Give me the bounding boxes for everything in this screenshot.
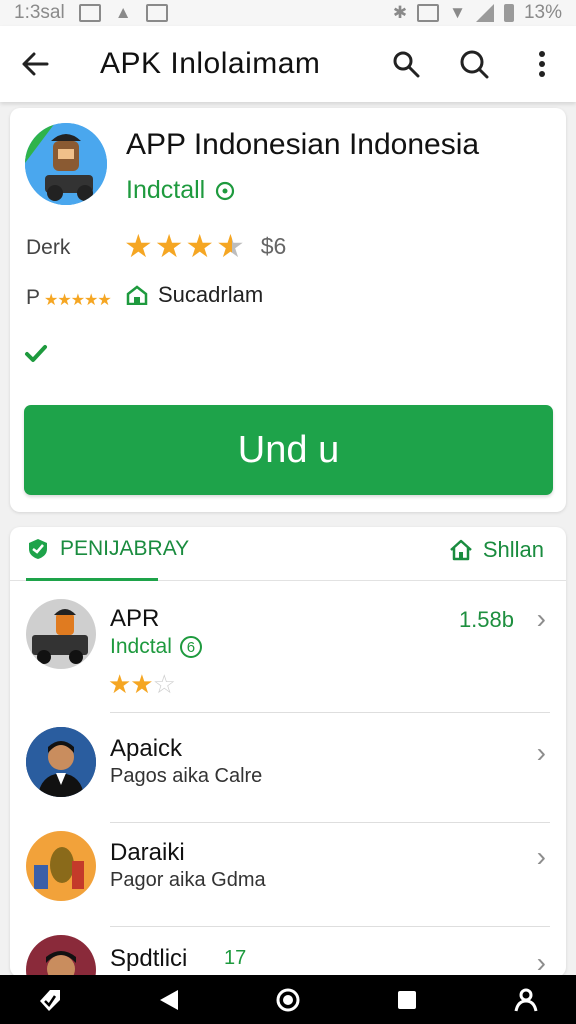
- battery-icon: [503, 4, 514, 22]
- nav-account-button[interactable]: [508, 982, 544, 1018]
- nav-home-button[interactable]: [270, 982, 306, 1018]
- list-item-title: Apaick: [110, 735, 183, 762]
- avatar: [26, 727, 96, 797]
- list-item-subtitle: Pagor aika Gdma: [110, 869, 266, 891]
- app-detail-card: APP Indonesian Indonesia Indctall Derk ★…: [10, 108, 566, 512]
- chevron-right-icon: ›: [536, 603, 546, 634]
- related-apps-card: PENIJABRAY Shllan APR Indctal 6 ★★☆ 1.58…: [10, 527, 566, 977]
- list-item-subtitle: Indctal 6: [110, 635, 202, 659]
- square-recents-icon: [398, 990, 416, 1009]
- tab-penijabray[interactable]: PENIJABRAY: [26, 537, 189, 561]
- vibrate-icon: [417, 4, 440, 22]
- status-time: 1:3sal: [14, 2, 65, 23]
- avatar: [26, 831, 96, 901]
- rating-label: Derk: [26, 236, 71, 259]
- signal-icon: [475, 4, 494, 22]
- more-vert-icon: [539, 51, 545, 77]
- list-item-title: Spdtlici: [110, 945, 188, 972]
- list-item-subtitle-text: Indctal: [110, 635, 172, 658]
- tab-shllan-label: Shllan: [482, 537, 544, 562]
- account-icon: [514, 988, 538, 1011]
- list-item[interactable]: APR Indctal 6 ★★☆ 1.58b ›: [10, 583, 566, 713]
- shield-check-icon: [29, 539, 47, 559]
- list-item[interactable]: Daraiki Pagor aika Gdma ›: [10, 823, 566, 927]
- back-button[interactable]: [0, 26, 70, 102]
- bluetooth-icon: ✱: [392, 3, 408, 22]
- app-bar: APK Inlolaimam: [0, 26, 576, 102]
- secondary-label: P: [26, 286, 41, 309]
- list-item[interactable]: Spdtlici 17 ›: [10, 927, 566, 977]
- chevron-right-icon: ›: [536, 841, 546, 872]
- home-circle-icon: [276, 988, 300, 1011]
- active-tab-indicator: [26, 578, 158, 581]
- store-icon: [126, 285, 148, 305]
- home-icon: [450, 539, 472, 561]
- tab-shllan[interactable]: Shllan: [449, 537, 544, 563]
- install-button[interactable]: Und u: [24, 405, 553, 495]
- triangle-back-icon: [160, 989, 178, 1010]
- app-icon: [25, 123, 107, 205]
- vendor-name: Sucadrlam: [158, 282, 264, 307]
- divider: [110, 712, 550, 713]
- star-icon: ★: [185, 228, 215, 264]
- list-item-title: APR: [110, 605, 160, 632]
- star-half-icon: ★: [216, 228, 245, 264]
- mini-rating-stars: ★★★★★: [44, 292, 112, 309]
- app-price: $6: [260, 232, 287, 259]
- battery-percent: 13%: [523, 2, 562, 23]
- navigation-bar: [0, 975, 576, 1024]
- list-item-badge: 6: [179, 636, 202, 658]
- status-bar: 1:3sal ▲ ✱ ▼ 13%: [0, 0, 576, 26]
- list-item-subtitle: Pagos aika Calre: [110, 765, 263, 787]
- page-title: APK Inlolaimam: [100, 47, 321, 80]
- install-status: Indctall: [126, 176, 235, 205]
- tab-penijabray-label: PENIJABRAY: [60, 537, 190, 560]
- star-icon: ★: [154, 228, 184, 264]
- search-icon: [393, 51, 420, 78]
- overflow-menu-button[interactable]: [508, 26, 576, 102]
- list-item[interactable]: Apaick Pagos aika Calre ›: [10, 719, 566, 823]
- avatar: [26, 935, 96, 977]
- download-notification-icon: ▲: [114, 3, 132, 22]
- chevron-right-icon: ›: [536, 947, 546, 977]
- list-item-rating: ★★☆: [108, 669, 176, 699]
- star-icon: ★: [124, 228, 153, 264]
- avatar: [26, 599, 96, 669]
- wifi-icon: ▼: [449, 3, 466, 22]
- rating-stars: ★ ★ ★ ★ $6: [124, 230, 286, 262]
- search-button-secondary[interactable]: [440, 26, 508, 102]
- chevron-right-icon: ›: [536, 737, 546, 768]
- app-name: APP Indonesian Indonesia: [126, 128, 480, 161]
- tab-bar: PENIJABRAY Shllan: [10, 527, 566, 581]
- tag-check-icon: [40, 989, 60, 1011]
- nav-back-button[interactable]: [151, 982, 187, 1018]
- vendor-row: Sucadrlam: [126, 282, 263, 308]
- list-item-badge: 17: [224, 947, 247, 969]
- search-icon: [460, 50, 489, 79]
- app-notification-icon: [145, 4, 168, 22]
- list-item-value: 1.58b: [458, 607, 514, 632]
- info-icon: [216, 181, 235, 200]
- nav-recents-button[interactable]: [389, 982, 425, 1018]
- arrow-back-icon: [22, 52, 49, 76]
- install-status-label: Indctall: [126, 176, 206, 204]
- gallery-notification-icon: [78, 4, 101, 22]
- list-item-title: Daraiki: [110, 839, 185, 866]
- nav-assist-button[interactable]: [32, 982, 68, 1018]
- search-button[interactable]: [372, 26, 440, 102]
- verified-check-icon: [24, 344, 48, 369]
